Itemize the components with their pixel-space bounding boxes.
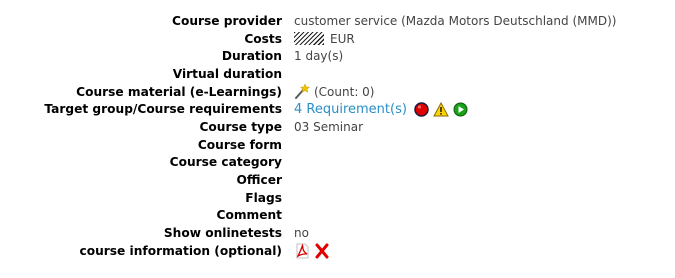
course-provider-label: Course provider: [172, 13, 282, 28]
officer-label: Officer: [236, 173, 282, 188]
target-group-label: Target group/Course requirements: [44, 102, 282, 117]
row-virtual-duration: Virtual duration: [0, 65, 675, 83]
show-onlinetests-label: Show onlinetests: [163, 226, 282, 241]
show-onlinetests-value: no: [294, 226, 309, 241]
course-material-label: Course material (e-Learnings): [76, 84, 282, 99]
costs-label: Costs: [244, 31, 282, 46]
row-course-type: Course type 03 Seminar: [0, 118, 675, 136]
duration-label: Duration: [221, 49, 282, 64]
elearning-count: (Count: 0): [314, 84, 375, 99]
wand-icon[interactable]: [294, 84, 310, 100]
course-information-label: course information (optional): [79, 243, 283, 258]
course-category-label: Course category: [169, 155, 282, 170]
course-provider-value: customer service (Mazda Motors Deutschla…: [294, 13, 617, 28]
green-play-icon[interactable]: [453, 102, 468, 117]
row-course-provider: Course provider customer service (Mazda …: [0, 12, 675, 30]
course-type-value: 03 Seminar: [294, 119, 363, 134]
row-target-group: Target group/Course requirements 4 Requi…: [0, 100, 675, 118]
requirements-link[interactable]: 4 Requirement(s): [294, 102, 407, 117]
course-details: Course provider customer service (Mazda …: [0, 12, 675, 260]
row-show-onlinetests: Show onlinetests no: [0, 224, 675, 242]
row-flags: Flags: [0, 189, 675, 207]
row-course-category: Course category: [0, 154, 675, 172]
warning-triangle-icon[interactable]: [433, 101, 449, 117]
redacted-cost-amount: [294, 32, 324, 46]
row-officer: Officer: [0, 171, 675, 189]
row-course-form: Course form: [0, 136, 675, 154]
comment-label: Comment: [216, 208, 282, 223]
row-duration: Duration 1 day(s): [0, 47, 675, 65]
row-course-material: Course material (e-Learnings) (Count: 0): [0, 83, 675, 101]
flags-label: Flags: [245, 190, 282, 205]
delete-x-icon[interactable]: [315, 243, 329, 259]
pdf-icon[interactable]: [294, 243, 311, 259]
row-course-information: course information (optional): [0, 242, 675, 260]
course-form-label: Course form: [197, 137, 282, 152]
red-circle-icon[interactable]: [414, 102, 429, 117]
row-comment: Comment: [0, 207, 675, 225]
duration-value: 1 day(s): [294, 49, 344, 64]
course-type-label: Course type: [199, 119, 282, 134]
virtual-duration-label: Virtual duration: [172, 66, 282, 81]
row-costs: Costs EUR: [0, 30, 675, 48]
costs-currency: EUR: [330, 31, 355, 46]
